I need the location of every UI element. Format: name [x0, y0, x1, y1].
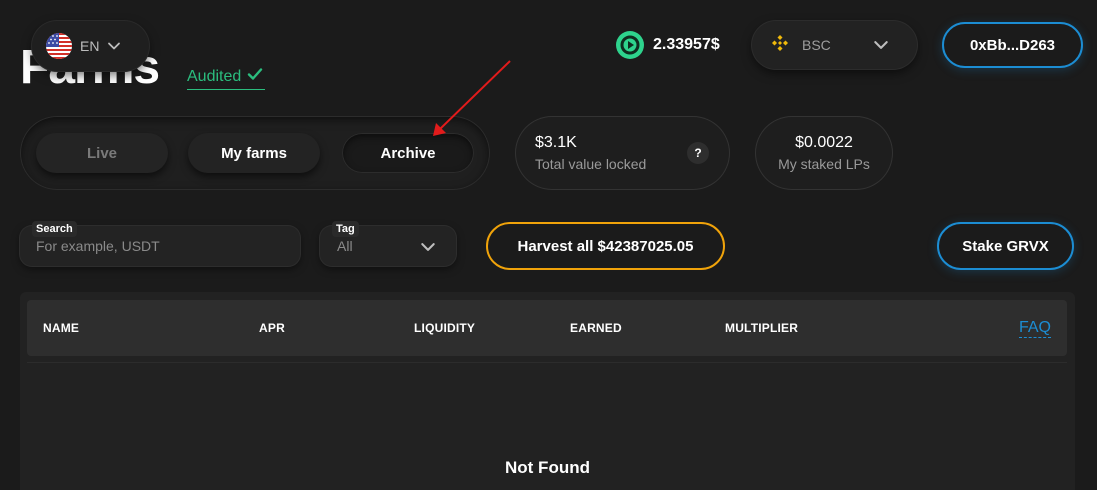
network-selector[interactable]: BSC: [752, 21, 917, 69]
bnb-icon: [770, 33, 790, 58]
tag-label: Tag: [332, 221, 359, 237]
tvl-card: $3.1K Total value locked ?: [515, 116, 730, 190]
grvx-token-icon: [616, 31, 644, 59]
tag-value: All: [337, 238, 353, 254]
column-header-earned[interactable]: EARNED: [570, 321, 622, 335]
column-header-liquidity[interactable]: LIQUIDITY: [414, 321, 475, 335]
language-selector[interactable]: EN: [32, 21, 149, 71]
token-price: 2.33957$: [616, 31, 720, 59]
column-header-apr[interactable]: APR: [259, 321, 285, 335]
table-divider: [27, 362, 1067, 363]
tab-my-farms[interactable]: My farms: [188, 133, 320, 173]
staked-lps-card: $0.0022 My staked LPs: [755, 116, 893, 190]
column-header-multiplier[interactable]: MULTIPLIER: [725, 321, 798, 335]
staked-lps-value: $0.0022: [795, 134, 853, 151]
search-field: Search: [20, 221, 300, 266]
network-name: BSC: [802, 37, 831, 53]
chevron-down-icon: [873, 37, 889, 53]
search-label: Search: [32, 221, 77, 237]
chevron-down-icon: [107, 39, 121, 53]
wallet-button[interactable]: 0xBb...D263: [942, 22, 1083, 68]
farms-page: Farms Audited EN: [0, 0, 1097, 490]
column-header-name[interactable]: NAME: [43, 321, 79, 335]
farms-table: NAME APR LIQUIDITY EARNED MULTIPLIER FAQ…: [20, 292, 1075, 490]
language-code: EN: [80, 38, 100, 54]
stake-grvx-button[interactable]: Stake GRVX: [937, 222, 1074, 270]
audited-badge[interactable]: Audited: [187, 64, 266, 90]
table-header: NAME APR LIQUIDITY EARNED MULTIPLIER FAQ: [27, 300, 1067, 356]
tag-select[interactable]: Tag All: [320, 221, 456, 266]
chevron-down-icon: [420, 239, 436, 255]
faq-link[interactable]: FAQ: [1018, 319, 1051, 338]
staked-lps-label: My staked LPs: [778, 156, 870, 172]
tab-archive[interactable]: Archive: [342, 133, 474, 173]
us-flag-icon: [46, 33, 72, 59]
farm-tabs: Live My farms Archive: [20, 116, 490, 190]
harvest-all-button[interactable]: Harvest all $42387025.05: [486, 222, 725, 270]
help-icon[interactable]: ?: [687, 142, 709, 164]
search-input[interactable]: [36, 236, 286, 256]
tab-live[interactable]: Live: [36, 133, 168, 173]
checkmark-icon: [247, 66, 263, 87]
price-value: 2.33957$: [653, 36, 720, 53]
audited-label: Audited: [187, 67, 242, 85]
empty-state-text: Not Found: [505, 458, 590, 477]
